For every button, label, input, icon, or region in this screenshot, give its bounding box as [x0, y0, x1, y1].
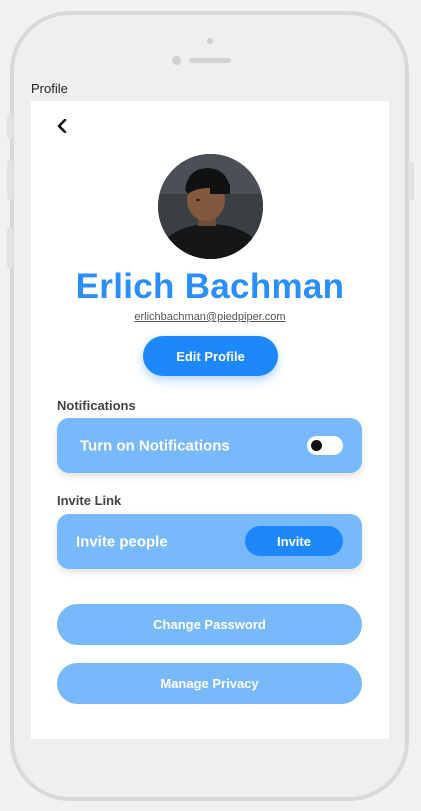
notifications-card: Turn on Notifications: [57, 418, 362, 473]
change-password-button[interactable]: Change Password: [57, 604, 362, 645]
earpiece-speaker: [189, 58, 231, 63]
side-button-volume-up: [7, 160, 13, 200]
front-camera: [172, 56, 181, 65]
avatar-photo: [158, 154, 263, 259]
invite-card: Invite people Invite: [57, 514, 362, 569]
chevron-left-icon: [57, 119, 67, 133]
avatar: [158, 154, 263, 259]
profile-screen: Erlich Bachman erlichbachman@piedpiper.c…: [31, 101, 389, 739]
toggle-knob: [311, 440, 322, 451]
notifications-toggle-label: Turn on Notifications: [80, 437, 230, 454]
invite-people-label: Invite people: [76, 533, 168, 550]
side-button-volume-down: [7, 228, 13, 268]
profile-name: Erlich Bachman: [75, 267, 345, 306]
screen-caption: Profile: [31, 81, 68, 96]
side-button-power: [408, 162, 414, 200]
notifications-section-label: Notifications: [57, 398, 136, 413]
profile-email-link[interactable]: erlichbachman@piedpiper.com: [31, 311, 389, 323]
front-sensor: [207, 38, 213, 44]
notifications-toggle[interactable]: [307, 436, 343, 455]
edit-profile-button[interactable]: Edit Profile: [143, 336, 278, 376]
invite-section-label: Invite Link: [57, 493, 122, 508]
invite-button[interactable]: Invite: [245, 526, 343, 556]
back-button[interactable]: [53, 116, 71, 136]
manage-privacy-button[interactable]: Manage Privacy: [57, 663, 362, 704]
side-button-mute: [7, 115, 13, 139]
